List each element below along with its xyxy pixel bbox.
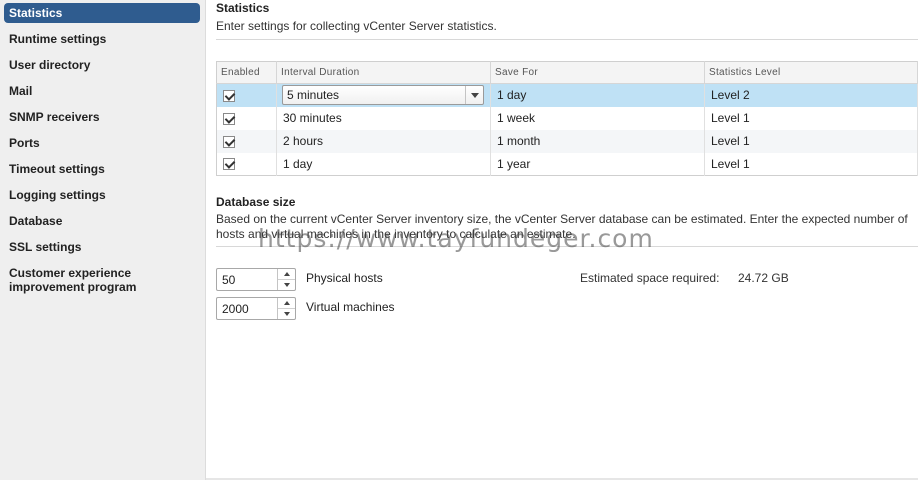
statistics-description: Enter settings for collecting vCenter Se… — [216, 19, 497, 33]
table-row[interactable]: 30 minutes 1 week Level 1 — [216, 106, 918, 130]
enabled-cell — [216, 106, 277, 130]
level-cell: Level 2 — [704, 83, 918, 107]
sidebar-item-snmp-receivers[interactable]: SNMP receivers — [4, 107, 200, 127]
save-for-cell: 1 week — [490, 106, 705, 130]
header-enabled[interactable]: Enabled — [216, 61, 277, 84]
increment-arrow-icon[interactable] — [278, 269, 295, 280]
enabled-checkbox[interactable] — [223, 89, 235, 102]
main-panel: Statistics Enter settings for collecting… — [216, 0, 918, 480]
table-header-row: Enabled Interval Duration Save For Stati… — [216, 61, 918, 84]
database-size-title: Database size — [216, 195, 296, 209]
enabled-checkbox[interactable] — [223, 135, 235, 148]
save-for-cell: 1 year — [490, 152, 705, 176]
sidebar-item-user-directory[interactable]: User directory — [4, 55, 200, 75]
sidebar-item-customer-experience[interactable]: Customer experience improvement program — [4, 263, 200, 295]
virtual-machines-label: Virtual machines — [306, 300, 395, 314]
physical-hosts-input[interactable] — [217, 269, 277, 290]
interval-cell: 30 minutes — [276, 106, 491, 130]
interval-dropdown[interactable]: 5 minutes — [282, 85, 484, 106]
virtual-machines-input[interactable] — [217, 298, 277, 319]
decrement-arrow-icon[interactable] — [278, 280, 295, 290]
interval-dropdown-value: 5 minutes — [287, 88, 340, 103]
increment-arrow-icon[interactable] — [278, 298, 295, 309]
save-for-cell: 1 day — [490, 83, 705, 107]
statistics-table: Enabled Interval Duration Save For Stati… — [216, 61, 918, 176]
sidebar-item-runtime-settings[interactable]: Runtime settings — [4, 29, 200, 49]
estimated-space-value: 24.72 GB — [738, 271, 789, 285]
divider — [216, 246, 918, 247]
enabled-cell — [216, 152, 277, 176]
level-cell: Level 1 — [704, 152, 918, 176]
sidebar-item-ssl-settings[interactable]: SSL settings — [4, 237, 200, 257]
sidebar-item-database[interactable]: Database — [4, 211, 200, 231]
level-cell: Level 1 — [704, 129, 918, 153]
database-size-description: Based on the current vCenter Server inve… — [216, 212, 908, 241]
level-cell: Level 1 — [704, 106, 918, 130]
physical-hosts-label: Physical hosts — [306, 271, 383, 285]
enabled-cell — [216, 129, 277, 153]
physical-hosts-stepper[interactable] — [216, 268, 296, 291]
chevron-down-icon[interactable] — [465, 86, 483, 105]
save-for-cell: 1 month — [490, 129, 705, 153]
sidebar-item-mail[interactable]: Mail — [4, 81, 200, 101]
enabled-checkbox[interactable] — [223, 112, 235, 125]
table-row[interactable]: 2 hours 1 month Level 1 — [216, 129, 918, 153]
sidebar: Statistics Runtime settings User directo… — [0, 0, 206, 480]
sidebar-item-timeout-settings[interactable]: Timeout settings — [4, 159, 200, 179]
header-save-for[interactable]: Save For — [490, 61, 705, 84]
table-row[interactable]: 5 minutes 1 day Level 2 — [216, 83, 918, 107]
enabled-checkbox[interactable] — [223, 158, 235, 171]
sidebar-item-logging-settings[interactable]: Logging settings — [4, 185, 200, 205]
statistics-title: Statistics — [216, 1, 270, 15]
table-row[interactable]: 1 day 1 year Level 1 — [216, 152, 918, 176]
header-statistics-level[interactable]: Statistics Level — [704, 61, 918, 84]
sidebar-item-statistics[interactable]: Statistics — [4, 3, 200, 23]
interval-cell: 5 minutes — [276, 83, 491, 107]
interval-cell: 2 hours — [276, 129, 491, 153]
decrement-arrow-icon[interactable] — [278, 309, 295, 319]
estimated-space-label: Estimated space required: — [580, 271, 720, 285]
header-interval-duration[interactable]: Interval Duration — [276, 61, 491, 84]
sidebar-item-ports[interactable]: Ports — [4, 133, 200, 153]
divider — [216, 39, 918, 40]
virtual-machines-stepper[interactable] — [216, 297, 296, 320]
interval-cell: 1 day — [276, 152, 491, 176]
enabled-cell — [216, 83, 277, 107]
